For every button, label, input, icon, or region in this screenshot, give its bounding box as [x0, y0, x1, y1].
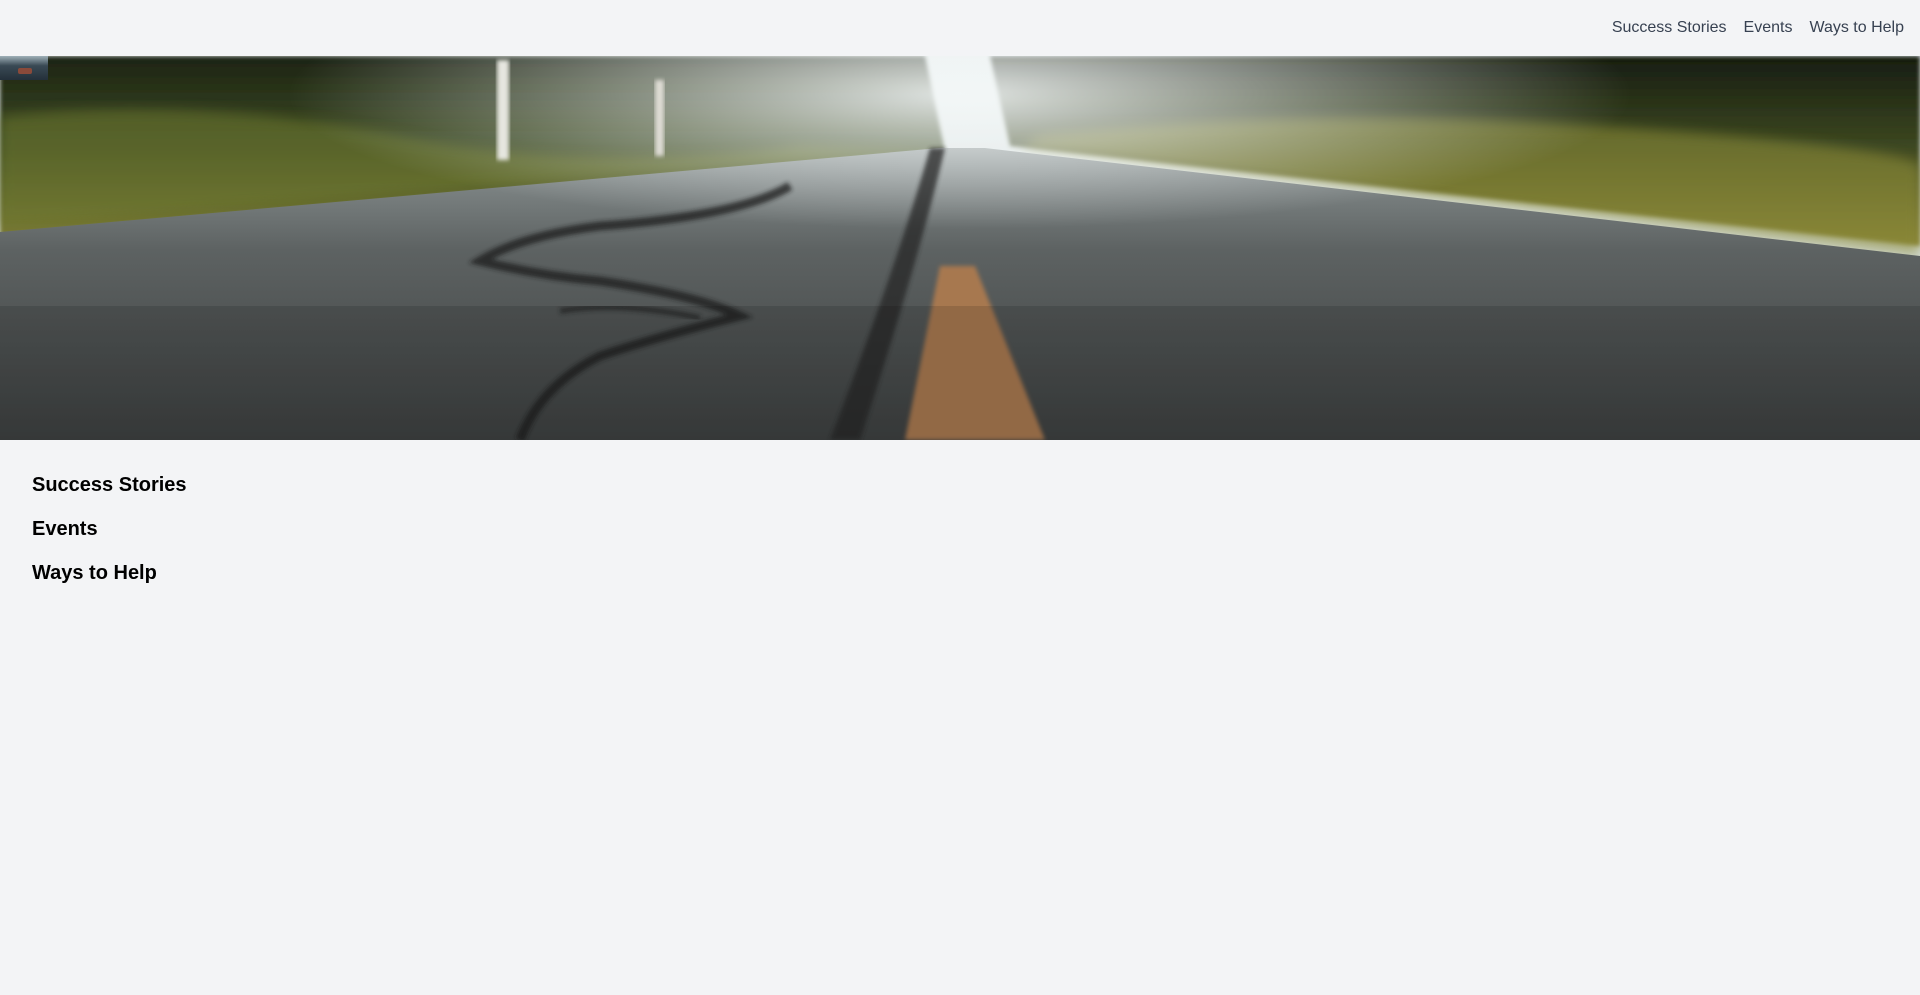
hero-banner-image: [0, 56, 1920, 440]
top-navigation-bar: Success Stories Events Ways to Help: [0, 0, 1920, 56]
nav-links: Success Stories Events Ways to Help: [1612, 18, 1904, 38]
nav-link-events[interactable]: Events: [1744, 18, 1793, 38]
content-sections: Success Stories Events Ways to Help: [32, 474, 187, 606]
nav-link-success-stories[interactable]: Success Stories: [1612, 18, 1727, 38]
nav-link-ways-to-help[interactable]: Ways to Help: [1809, 18, 1904, 38]
road-photo: [0, 56, 1920, 440]
section-heading-events: Events: [32, 518, 98, 540]
section-heading-success-stories: Success Stories: [32, 474, 187, 496]
logo-image[interactable]: [0, 56, 48, 80]
section-heading-ways-to-help: Ways to Help: [32, 562, 157, 584]
